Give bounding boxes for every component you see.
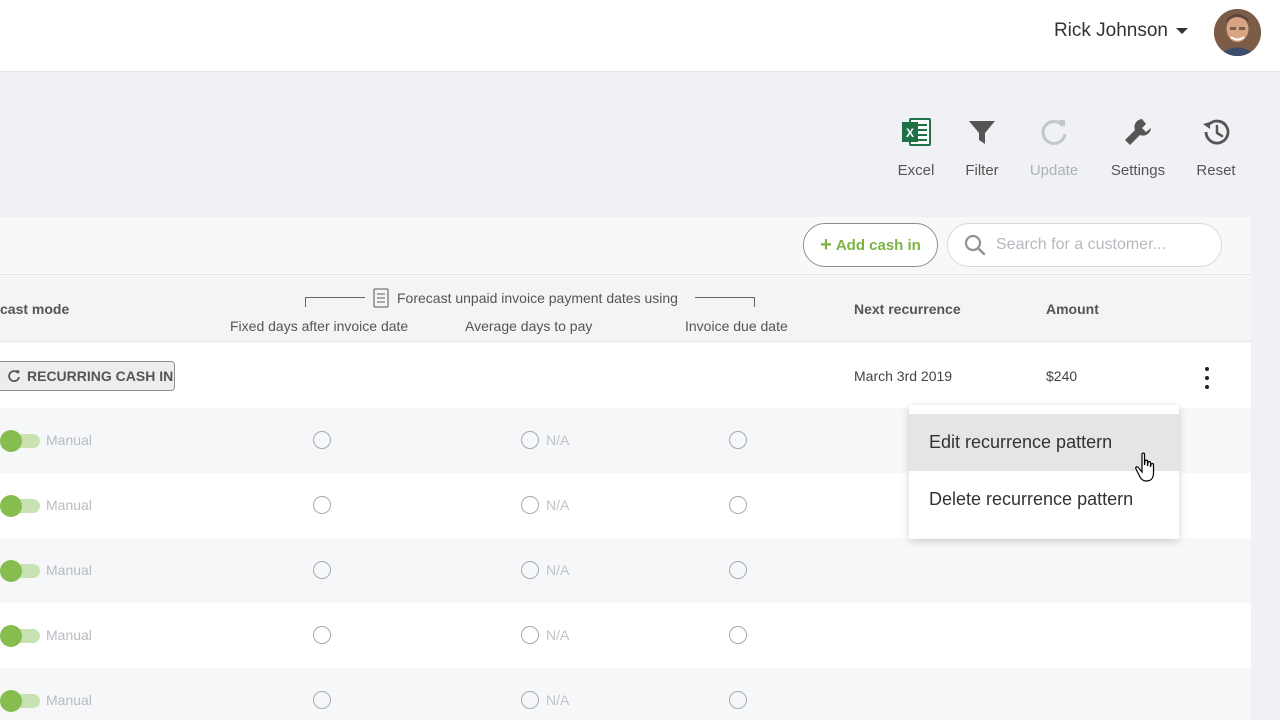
recurrence-context-menu: Edit recurrence pattern Delete recurrenc…	[909, 405, 1179, 539]
fixed-days-radio[interactable]	[313, 561, 331, 579]
refresh-icon	[1039, 112, 1069, 152]
user-menu[interactable]: Rick Johnson	[1054, 20, 1188, 42]
forecast-mode-toggle[interactable]	[0, 558, 40, 582]
filter-label: Filter	[965, 162, 999, 179]
avg-days-radio[interactable]	[521, 431, 539, 449]
table-row: Manual N/A	[0, 668, 1251, 720]
recurring-icon	[8, 370, 20, 382]
mode-label: Manual	[46, 692, 92, 708]
col-next-recurrence: Next recurrence	[854, 301, 961, 317]
due-date-radio[interactable]	[729, 626, 747, 644]
settings-button[interactable]: Settings	[1098, 112, 1178, 179]
table-row: Manual N/A	[0, 603, 1251, 668]
top-header: Rick Johnson	[0, 0, 1280, 72]
recurring-badge-label: RECURRING CASH IN	[27, 368, 174, 384]
mode-label: Manual	[46, 497, 92, 513]
fixed-days-radio[interactable]	[313, 496, 331, 514]
filter-button[interactable]: Filter	[942, 112, 1022, 179]
excel-icon: X	[900, 112, 932, 152]
avg-days-radio[interactable]	[521, 626, 539, 644]
mode-label: Manual	[46, 627, 92, 643]
forecast-mode-toggle[interactable]	[0, 623, 40, 647]
avg-days-value: N/A	[546, 627, 570, 643]
table-row: Manual N/A	[0, 538, 1251, 603]
avg-days-value: N/A	[546, 432, 570, 448]
fixed-days-radio[interactable]	[313, 626, 331, 644]
history-icon	[1200, 112, 1232, 152]
user-name: Rick Johnson	[1053, 20, 1168, 41]
update-button[interactable]: Update	[1014, 112, 1094, 179]
avg-days-radio[interactable]	[521, 691, 539, 709]
add-cash-in-button[interactable]: + Add cash in	[803, 223, 938, 267]
fixed-days-radio[interactable]	[313, 691, 331, 709]
add-cash-in-label: Add cash in	[835, 236, 921, 254]
table-header: cast mode Forecast unpaid invoice paymen…	[0, 276, 1251, 342]
forecast-mode-toggle[interactable]	[0, 688, 40, 712]
document-icon	[373, 288, 389, 308]
recurring-row: RECURRING CASH IN March 3rd 2019 $240	[0, 343, 1251, 408]
amount-value: $240	[1046, 368, 1078, 384]
filter-icon	[967, 112, 997, 152]
avg-days-value: N/A	[546, 497, 570, 513]
col-avg-days: Average days to pay	[465, 318, 593, 334]
svg-text:X: X	[906, 126, 914, 140]
reset-label: Reset	[1196, 162, 1236, 179]
forecast-group-label: Forecast unpaid invoice payment dates us…	[397, 290, 678, 306]
forecast-mode-toggle[interactable]	[0, 493, 40, 517]
edit-recurrence-menu-item[interactable]: Edit recurrence pattern	[909, 414, 1179, 471]
due-date-radio[interactable]	[729, 496, 747, 514]
forecast-mode-toggle[interactable]	[0, 428, 40, 452]
avg-days-radio[interactable]	[521, 496, 539, 514]
recurring-cash-in-badge: RECURRING CASH IN	[0, 361, 175, 391]
avatar[interactable]	[1214, 9, 1261, 56]
mode-label: Manual	[46, 432, 92, 448]
search-input[interactable]	[996, 236, 1216, 254]
avg-days-radio[interactable]	[521, 561, 539, 579]
search-icon	[964, 234, 986, 256]
col-fixed-days: Fixed days after invoice date	[230, 318, 409, 334]
customer-search[interactable]	[947, 223, 1222, 267]
forecast-group-header: Forecast unpaid invoice payment dates us…	[305, 288, 755, 308]
avg-days-value: N/A	[546, 692, 570, 708]
update-label: Update	[1029, 162, 1079, 179]
next-recurrence-value: March 3rd 2019	[854, 368, 953, 384]
caret-down-icon	[1176, 28, 1188, 34]
mode-label: Manual	[46, 562, 92, 578]
reset-button[interactable]: Reset	[1176, 112, 1256, 179]
due-date-radio[interactable]	[729, 561, 747, 579]
fixed-days-radio[interactable]	[313, 431, 331, 449]
due-date-radio[interactable]	[729, 691, 747, 709]
avg-days-value: N/A	[546, 562, 570, 578]
more-options-icon[interactable]	[1199, 367, 1215, 389]
plus-icon: +	[820, 234, 832, 256]
due-date-radio[interactable]	[729, 431, 747, 449]
col-forecast-mode: cast mode	[0, 301, 70, 317]
excel-label: Excel	[897, 162, 935, 179]
delete-recurrence-menu-item[interactable]: Delete recurrence pattern	[909, 471, 1179, 528]
wrench-icon	[1122, 112, 1154, 152]
col-due-date: Invoice due date	[685, 318, 788, 334]
panel-actions: + Add cash in	[0, 217, 1251, 275]
settings-label: Settings	[1110, 162, 1166, 179]
col-amount: Amount	[1046, 301, 1099, 317]
toolbar: X Excel Filter Update Settings Reset	[0, 112, 1280, 192]
